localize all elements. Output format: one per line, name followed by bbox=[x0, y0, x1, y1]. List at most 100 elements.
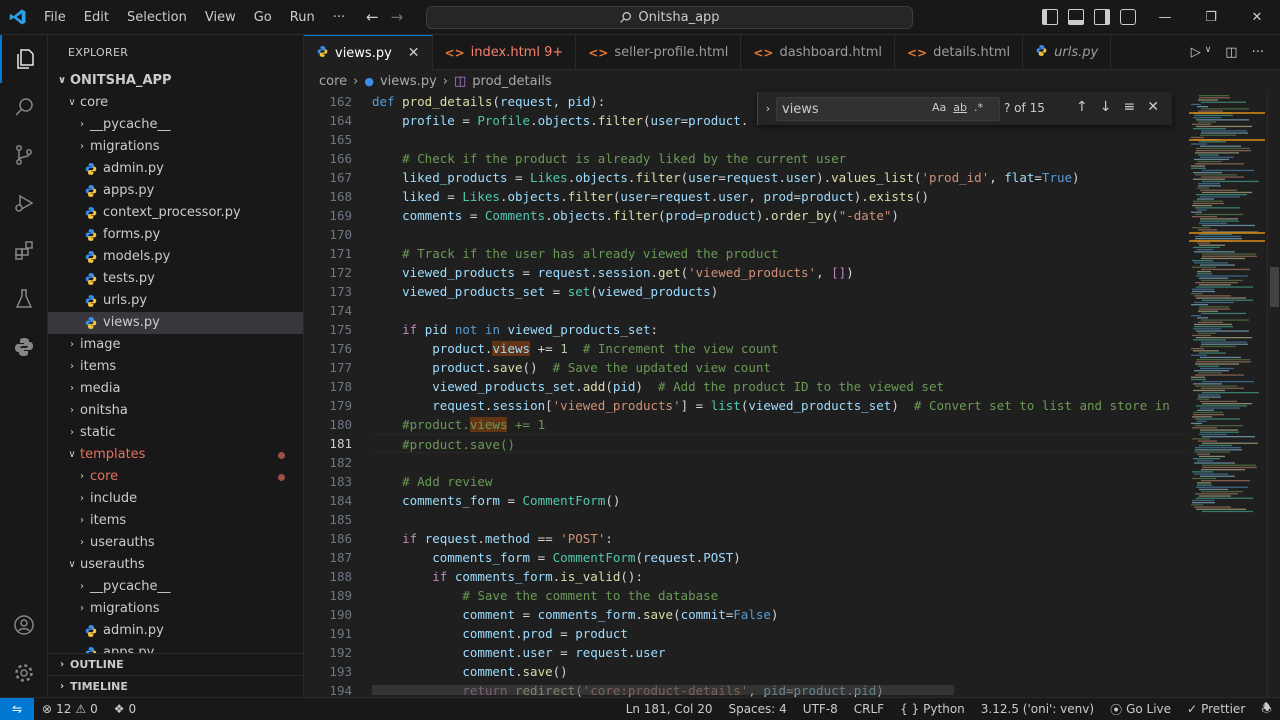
customize-layout-icon[interactable] bbox=[1120, 9, 1136, 25]
menu-file[interactable]: File bbox=[35, 0, 75, 35]
code-line[interactable] bbox=[372, 130, 1187, 149]
editor-tab[interactable]: <> seller-profile.html bbox=[576, 35, 742, 70]
code-line[interactable]: # Save the comment to the database bbox=[372, 586, 1187, 605]
workspace-root[interactable]: ∨ ONITSHA_APP bbox=[48, 70, 303, 92]
code-line[interactable]: request.session['viewed_products'] = lis… bbox=[372, 396, 1187, 415]
file-tree-item[interactable]: apps.py bbox=[48, 180, 303, 202]
file-tree-item[interactable]: tests.py bbox=[48, 268, 303, 290]
code-line[interactable]: comment = comments_form.save(commit=Fals… bbox=[372, 605, 1187, 624]
ports-indicator[interactable]: ❖ 0 bbox=[106, 702, 144, 716]
prettier-button[interactable]: ✓ Prettier bbox=[1179, 702, 1253, 716]
file-tree-item[interactable]: admin.py bbox=[48, 620, 303, 642]
file-tree-item[interactable]: context_processor.py bbox=[48, 202, 303, 224]
code-line[interactable]: if comments_form.is_valid(): bbox=[372, 567, 1187, 586]
accounts-icon[interactable] bbox=[0, 601, 48, 649]
folder-tree-item[interactable]: ∨ userauths bbox=[48, 554, 303, 576]
menu-go[interactable]: Go bbox=[245, 0, 281, 35]
menu-run[interactable]: Run bbox=[281, 0, 324, 35]
code-line[interactable] bbox=[372, 453, 1187, 472]
python-interpreter[interactable]: 3.12.5 ('oni': venv) bbox=[973, 702, 1102, 716]
command-center-search[interactable]: Onitsha_app bbox=[426, 6, 913, 29]
folder-tree-item[interactable]: › __pycache__ bbox=[48, 576, 303, 598]
end-of-line[interactable]: CRLF bbox=[846, 702, 892, 716]
folder-tree-item[interactable]: › items bbox=[48, 356, 303, 378]
testing-icon[interactable] bbox=[0, 275, 48, 323]
folder-tree-item[interactable]: › onitsha bbox=[48, 400, 303, 422]
folder-tree-item[interactable]: › image bbox=[48, 334, 303, 356]
code-line[interactable]: viewed_products_set = set(viewed_product… bbox=[372, 282, 1187, 301]
toggle-secondary-sidebar-icon[interactable] bbox=[1094, 9, 1110, 25]
folder-tree-item[interactable]: › migrations bbox=[48, 598, 303, 620]
horizontal-scrollbar[interactable] bbox=[372, 685, 954, 695]
forward-arrow-icon[interactable]: → bbox=[391, 8, 404, 26]
toggle-replace-chevron-icon[interactable]: › bbox=[758, 102, 778, 115]
remote-indicator-icon[interactable]: ⇋ bbox=[0, 697, 34, 720]
source-control-icon[interactable] bbox=[0, 131, 48, 179]
breadcrumb-file[interactable]: views.py bbox=[380, 74, 437, 89]
code-line[interactable] bbox=[372, 510, 1187, 529]
code-line[interactable]: comment.save() bbox=[372, 662, 1187, 681]
editor-tab[interactable]: <> details.html bbox=[895, 35, 1024, 70]
editor-tab[interactable]: <> dashboard.html bbox=[741, 35, 895, 70]
file-tree-item[interactable]: views.py bbox=[48, 312, 303, 334]
back-arrow-icon[interactable]: ← bbox=[366, 8, 379, 26]
folder-tree-item[interactable]: › media bbox=[48, 378, 303, 400]
editor-tab[interactable]: <> index.html 9+ bbox=[433, 35, 577, 70]
notifications-bell-icon[interactable]: 🕭 bbox=[1253, 699, 1280, 720]
cursor-position[interactable]: Ln 181, Col 20 bbox=[618, 702, 721, 716]
code-line[interactable]: liked = Likes.objects.filter(user=reques… bbox=[372, 187, 1187, 206]
code-line[interactable] bbox=[372, 301, 1187, 320]
explorer-icon[interactable] bbox=[0, 35, 48, 83]
editor-tab[interactable]: views.py ✕ bbox=[304, 35, 433, 70]
previous-match-arrow-up-icon[interactable]: ↑ bbox=[1076, 99, 1088, 115]
vertical-scrollbar[interactable] bbox=[1267, 92, 1280, 697]
language-mode[interactable]: { } Python bbox=[892, 702, 973, 716]
encoding[interactable]: UTF-8 bbox=[795, 702, 846, 716]
run-debug-icon[interactable] bbox=[0, 179, 48, 227]
close-tab-icon[interactable]: ✕ bbox=[408, 45, 420, 61]
extensions-icon[interactable] bbox=[0, 227, 48, 275]
next-match-arrow-down-icon[interactable]: ↓ bbox=[1100, 99, 1112, 115]
file-tree-item[interactable]: models.py bbox=[48, 246, 303, 268]
match-case-toggle[interactable]: Aa bbox=[932, 101, 946, 114]
code-line[interactable]: viewed_products_set.add(pid) # Add the p… bbox=[372, 377, 1187, 396]
folder-tree-item[interactable]: › userauths bbox=[48, 532, 303, 554]
menu-selection[interactable]: Selection bbox=[118, 0, 196, 35]
menu-more[interactable]: ··· bbox=[324, 0, 354, 35]
code-line[interactable]: comments_form = CommentForm() bbox=[372, 491, 1187, 510]
code-line[interactable]: # Add review bbox=[372, 472, 1187, 491]
editor-tab[interactable]: urls.py bbox=[1023, 35, 1112, 70]
whole-word-toggle[interactable]: ab bbox=[953, 101, 967, 114]
run-dropdown-chevron-icon[interactable]: ∨ bbox=[1205, 45, 1212, 60]
minimize-icon[interactable]: — bbox=[1142, 0, 1188, 35]
timeline-section[interactable]: › TIMELINE bbox=[48, 675, 303, 697]
file-tree-item[interactable]: urls.py bbox=[48, 290, 303, 312]
split-editor-icon[interactable]: ◫ bbox=[1225, 45, 1237, 60]
folder-tree-item[interactable]: › migrations bbox=[48, 136, 303, 158]
code-line[interactable]: comment.prod = product bbox=[372, 624, 1187, 643]
indentation[interactable]: Spaces: 4 bbox=[720, 702, 794, 716]
code-line[interactable]: viewed_products = request.session.get('v… bbox=[372, 263, 1187, 282]
find-in-selection-icon[interactable]: ≡ bbox=[1123, 99, 1135, 115]
code-editor[interactable]: 162 164 165 166 167 168 169 170 171 172 173 174 175 1… bbox=[304, 92, 1280, 697]
restore-icon[interactable]: ❐ bbox=[1188, 0, 1234, 35]
breadcrumb-folder[interactable]: core bbox=[319, 74, 347, 89]
code-line[interactable]: # Check if the product is already liked … bbox=[372, 149, 1187, 168]
file-tree-item[interactable]: forms.py bbox=[48, 224, 303, 246]
breadcrumb-symbol[interactable]: prod_details bbox=[472, 74, 551, 89]
code-line[interactable] bbox=[372, 225, 1187, 244]
close-window-icon[interactable]: ✕ bbox=[1234, 0, 1280, 35]
folder-tree-item[interactable]: › items bbox=[48, 510, 303, 532]
folder-tree-item[interactable]: › static bbox=[48, 422, 303, 444]
scrollbar-thumb[interactable] bbox=[1270, 267, 1279, 307]
menu-view[interactable]: View bbox=[196, 0, 245, 35]
go-live-button[interactable]: ⦿ Go Live bbox=[1102, 701, 1179, 718]
toggle-primary-sidebar-icon[interactable] bbox=[1042, 9, 1058, 25]
file-tree-item[interactable]: admin.py bbox=[48, 158, 303, 180]
code-line[interactable]: product.save() # Save the updated view c… bbox=[372, 358, 1187, 377]
folder-tree-item[interactable]: › __pycache__ bbox=[48, 114, 303, 136]
search-icon[interactable] bbox=[0, 83, 48, 131]
python-icon[interactable] bbox=[0, 323, 48, 371]
code-line[interactable]: product.views += 1 # Increment the view … bbox=[372, 339, 1187, 358]
problems-indicator[interactable]: ⊗ 12 ⚠ 0 bbox=[34, 702, 106, 716]
